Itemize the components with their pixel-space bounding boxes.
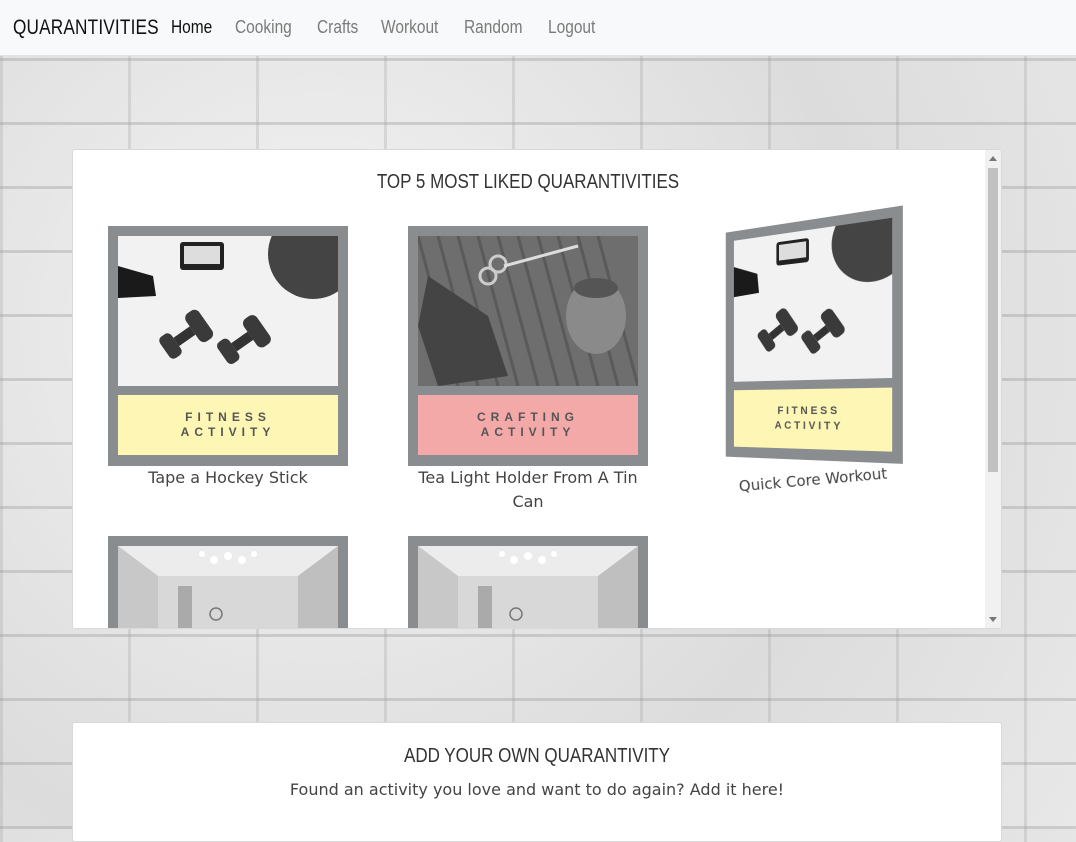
- nav-link-cooking[interactable]: Cooking: [235, 17, 292, 38]
- nav-link-home[interactable]: Home: [171, 17, 212, 38]
- activity-category-label: CRAFTING ACTIVITY: [418, 395, 638, 455]
- activity-caption-3[interactable]: Quick Core Workout: [712, 459, 913, 500]
- activity-category-label: FITNESS ACTIVITY: [733, 387, 893, 452]
- activity-tile-2[interactable]: CRAFTING ACTIVITY: [408, 226, 648, 466]
- nav-link-crafts[interactable]: Crafts: [317, 17, 358, 38]
- room-interior-photo: [418, 546, 638, 628]
- scroll-up-arrow-icon[interactable]: [989, 156, 997, 161]
- activity-tile-1[interactable]: FITNESS ACTIVITY: [108, 226, 348, 466]
- label-line-1: FITNESS: [185, 410, 271, 424]
- nav-links: Home Cooking Crafts Workout Random Logou…: [171, 17, 619, 38]
- nav-link-random[interactable]: Random: [464, 17, 523, 38]
- label-line-1: CRAFTING: [477, 410, 579, 424]
- activity-tile-5[interactable]: [408, 536, 648, 628]
- label-line-2: ACTIVITY: [480, 425, 576, 439]
- vertical-scrollbar[interactable]: [985, 150, 1001, 628]
- dumbbells-photo: [733, 217, 893, 382]
- activity-tile-4[interactable]: [108, 536, 348, 628]
- add-section-title: ADD YOUR OWN QUARANTIVITY: [403, 745, 671, 767]
- label-line-2: ACTIVITY: [774, 419, 844, 433]
- navbar: QUARANTIVITIES Home Cooking Crafts Worko…: [0, 0, 1076, 56]
- scroll-down-arrow-icon[interactable]: [989, 617, 997, 622]
- scroll-thumb[interactable]: [988, 168, 998, 472]
- activity-category-label: FITNESS ACTIVITY: [118, 395, 338, 455]
- dumbbells-photo: [118, 236, 338, 386]
- brand-logo[interactable]: QUARANTIVITIES: [13, 16, 159, 40]
- label-line-2: ACTIVITY: [180, 425, 276, 439]
- add-section-subtitle: Found an activity you love and want to d…: [289, 780, 785, 799]
- twine-scissors-photo: [418, 236, 638, 386]
- activity-tile-3[interactable]: FITNESS ACTIVITY: [725, 205, 903, 464]
- room-interior-photo: [118, 546, 338, 628]
- label-line-1: FITNESS: [777, 404, 841, 418]
- add-quarantivity-card: ADD YOUR OWN QUARANTIVITY Found an activ…: [72, 722, 1002, 842]
- nav-link-logout[interactable]: Logout: [548, 17, 595, 38]
- nav-link-workout[interactable]: Workout: [381, 17, 438, 38]
- activity-caption-1[interactable]: Tape a Hockey Stick: [108, 466, 348, 490]
- activity-caption-2[interactable]: Tea Light Holder From A Tin Can: [408, 466, 648, 514]
- top-quarantivities-card: TOP 5 MOST LIKED QUARANTIVITIES FITNESS …: [72, 149, 1002, 629]
- top-section-title: TOP 5 MOST LIKED QUARANTIVITIES: [376, 171, 680, 193]
